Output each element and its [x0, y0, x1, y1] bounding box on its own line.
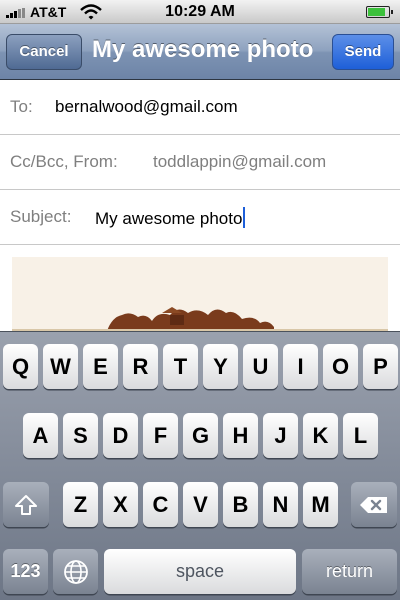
key-u[interactable]: U [243, 344, 278, 389]
to-label: To: [10, 97, 33, 116]
page-title: My awesome photo [92, 36, 314, 63]
delete-key[interactable] [351, 482, 397, 527]
key-x[interactable]: X [103, 482, 138, 527]
subject-input[interactable]: My awesome photo [95, 207, 246, 229]
to-field[interactable]: To: bernalwood@gmail.com [0, 80, 400, 135]
key-k[interactable]: K [303, 413, 338, 458]
status-bar: AT&T 10:29 AM [0, 0, 400, 24]
key-d[interactable]: D [103, 413, 138, 458]
globe-key[interactable] [53, 549, 98, 594]
from-value[interactable]: toddlappin@gmail.com [153, 152, 326, 172]
shift-key[interactable] [3, 482, 49, 527]
subject-field[interactable]: Subject: My awesome photo [0, 190, 400, 245]
key-q[interactable]: Q [3, 344, 38, 389]
shift-icon [15, 495, 37, 515]
key-z[interactable]: Z [63, 482, 98, 527]
battery-icon [366, 6, 393, 18]
key-t[interactable]: T [163, 344, 198, 389]
key-v[interactable]: V [183, 482, 218, 527]
key-j[interactable]: J [263, 413, 298, 458]
cc-bcc-from-label: Cc/Bcc, From: [10, 152, 118, 171]
key-l[interactable]: L [343, 413, 378, 458]
subject-label: Subject: [10, 207, 72, 226]
key-m[interactable]: M [303, 482, 338, 527]
space-key[interactable]: space [104, 549, 296, 594]
cancel-button[interactable]: Cancel [6, 34, 82, 70]
key-o[interactable]: O [323, 344, 358, 389]
send-button[interactable]: Send [332, 34, 394, 70]
keyboard: Q W E R T Y U I O P A S D F G H J K L Z … [0, 331, 400, 600]
text-cursor [243, 207, 246, 228]
key-h[interactable]: H [223, 413, 258, 458]
key-b[interactable]: B [223, 482, 258, 527]
key-s[interactable]: S [63, 413, 98, 458]
cc-bcc-from-field[interactable]: Cc/Bcc, From: toddlappin@gmail.com [0, 135, 400, 190]
key-c[interactable]: C [143, 482, 178, 527]
key-w[interactable]: W [43, 344, 78, 389]
key-p[interactable]: P [363, 344, 398, 389]
key-r[interactable]: R [123, 344, 158, 389]
delete-icon [360, 497, 387, 513]
key-n[interactable]: N [263, 482, 298, 527]
key-a[interactable]: A [23, 413, 58, 458]
return-key[interactable]: return [302, 549, 397, 594]
numbers-key[interactable]: 123 [3, 549, 48, 594]
key-y[interactable]: Y [203, 344, 238, 389]
navigation-bar: Cancel My awesome photo Send [0, 24, 400, 80]
key-g[interactable]: G [183, 413, 218, 458]
clock: 10:29 AM [165, 3, 235, 20]
key-i[interactable]: I [283, 344, 318, 389]
subject-value: My awesome photo [95, 209, 243, 228]
to-value[interactable]: bernalwood@gmail.com [55, 97, 238, 117]
key-f[interactable]: F [143, 413, 178, 458]
key-e[interactable]: E [83, 344, 118, 389]
globe-icon [63, 560, 88, 584]
